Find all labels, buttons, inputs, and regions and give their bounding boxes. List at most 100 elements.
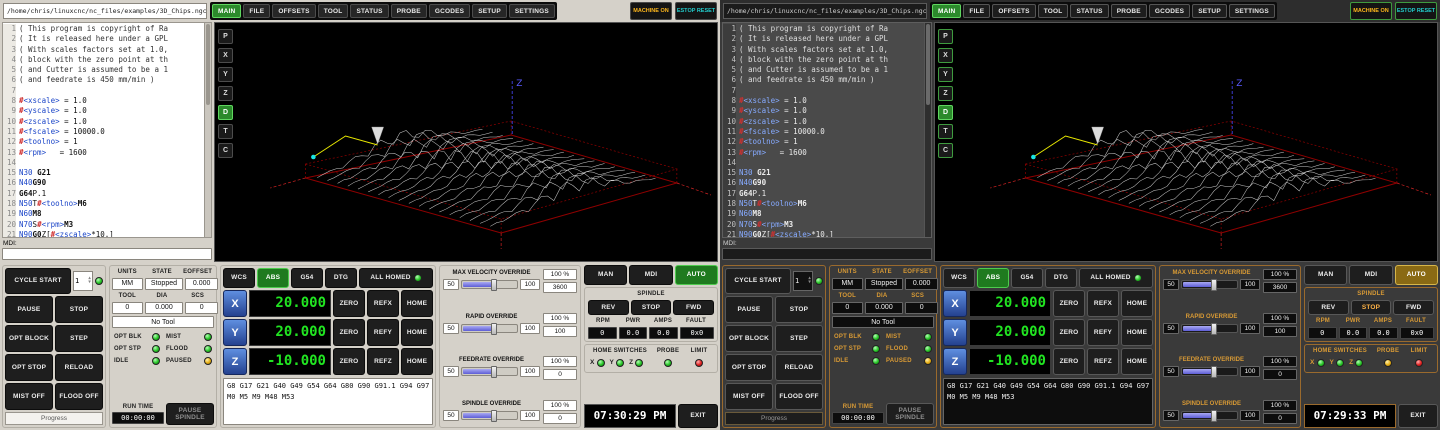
menu-main[interactable]: MAIN [932, 4, 961, 18]
axis-x-button[interactable]: X [223, 290, 247, 317]
feedrate-override-slider[interactable] [1181, 367, 1238, 376]
menu-file[interactable]: FILE [243, 4, 270, 18]
opt-stop-button[interactable]: OPT STOP [725, 354, 773, 381]
gcode-editor[interactable]: 1( This program is copyright of Ra2( It … [722, 22, 932, 238]
zero-z-button[interactable]: ZERO [333, 348, 365, 375]
view-perspective-button[interactable]: P [218, 29, 233, 44]
opt-block-button[interactable]: OPT BLOCK [5, 325, 53, 352]
view-y-button[interactable]: Y [938, 67, 953, 82]
gcode-line[interactable]: 17G64P.1 [3, 189, 204, 199]
axis-z-button[interactable]: Z [223, 348, 247, 375]
view-dimensions-button[interactable]: D [218, 105, 233, 120]
cycle-count-spinbox[interactable]: 1 ▲▼ [73, 271, 93, 291]
man-mode-button[interactable]: MAN [584, 265, 627, 285]
man-mode-button[interactable]: MAN [1304, 265, 1347, 285]
g54-button[interactable]: G54 [1011, 268, 1043, 288]
gcode-line[interactable]: 18N50T#<toolno>M6 [3, 199, 204, 209]
spindle-fwd-button[interactable]: FWD [1393, 300, 1434, 315]
pause-button[interactable]: PAUSE [5, 296, 53, 323]
gcode-line[interactable]: 15N30 G21 [3, 168, 204, 178]
wcs-button[interactable]: WCS [943, 268, 975, 288]
home-x-button[interactable]: HOME [401, 290, 433, 317]
gcode-line[interactable]: 19N60M8 [3, 209, 204, 219]
g54-button[interactable]: G54 [291, 268, 323, 288]
slider-thumb[interactable] [1211, 366, 1217, 378]
machine-on-button[interactable]: MACHINE ON [1350, 2, 1392, 20]
zero-y-button[interactable]: ZERO [333, 319, 365, 346]
slider-max-value[interactable]: 100 [1240, 410, 1260, 421]
slider-thumb[interactable] [491, 279, 497, 291]
view-z-button[interactable]: Z [938, 86, 953, 101]
slider-min-value[interactable]: 50 [1163, 366, 1179, 377]
gcode-line[interactable]: 10#<zscale> = 1.0 [3, 117, 204, 127]
spin-down-icon[interactable]: ▼ [808, 281, 811, 286]
gcode-line[interactable]: 13#<rpm> = 1600 [723, 148, 924, 158]
slider-thumb[interactable] [1211, 323, 1217, 335]
zero-x-button[interactable]: ZERO [333, 290, 365, 317]
home-z-button[interactable]: HOME [1121, 348, 1153, 375]
gcode-line[interactable]: 4( block with the zero point at th [723, 55, 924, 65]
gcode-line[interactable]: 12#<toolno> = 1 [3, 137, 204, 147]
rapid-override-slider[interactable] [461, 324, 518, 333]
gcode-line[interactable]: 1( This program is copyright of Ra [723, 24, 924, 34]
view-x-button[interactable]: X [938, 48, 953, 63]
mdi-mode-button[interactable]: MDI [1349, 265, 1392, 285]
gcode-line[interactable]: 21N90G0Z[#<zscale>*10.] [723, 230, 924, 237]
toolpath-preview[interactable]: Z P X Y Z D T C [934, 22, 1438, 262]
home-y-button[interactable]: HOME [1121, 319, 1153, 346]
menu-offsets[interactable]: OFFSETS [272, 4, 315, 18]
spin-down-icon[interactable]: ▼ [88, 281, 91, 286]
slider-thumb[interactable] [491, 366, 497, 378]
opt-block-button[interactable]: OPT BLOCK [725, 325, 773, 352]
scrollbar-thumb[interactable] [926, 24, 930, 105]
gcode-line[interactable]: 14 [723, 158, 924, 168]
exit-button[interactable]: EXIT [1398, 404, 1438, 428]
gcode-line[interactable]: 4( block with the zero point at th [3, 55, 204, 65]
gcode-editor[interactable]: 1( This program is copyright of Ra2( It … [2, 22, 212, 238]
axis-x-button[interactable]: X [943, 290, 967, 317]
gcode-line[interactable]: 16N40G90 [723, 178, 924, 188]
gcode-line[interactable]: 2( It is released here under a GPL [3, 34, 204, 44]
menu-tool[interactable]: TOOL [1038, 4, 1069, 18]
abs-button[interactable]: ABS [977, 268, 1009, 288]
editor-scrollbar[interactable] [204, 23, 211, 237]
slider-thumb[interactable] [491, 323, 497, 335]
dtg-button[interactable]: DTG [1045, 268, 1077, 288]
slider-max-value[interactable]: 100 [1240, 366, 1260, 377]
mist-button[interactable]: MIST OFF [5, 383, 53, 410]
gcode-line[interactable]: 19N60M8 [723, 209, 924, 219]
view-perspective-button[interactable]: P [938, 29, 953, 44]
editor-scrollbar[interactable] [924, 23, 931, 237]
view-clear-button[interactable]: C [218, 143, 233, 158]
gcode-line[interactable]: 7 [723, 86, 924, 96]
opt-stop-button[interactable]: OPT STOP [5, 354, 53, 381]
zero-z-button[interactable]: ZERO [1053, 348, 1085, 375]
menu-probe[interactable]: PROBE [1111, 4, 1147, 18]
reload-button[interactable]: RELOAD [775, 354, 823, 381]
all-homed-button[interactable]: ALL HOMED [359, 268, 433, 288]
ref-x-button[interactable]: REFX [367, 290, 399, 317]
axis-y-button[interactable]: Y [223, 319, 247, 346]
feedrate-override-slider[interactable] [461, 367, 518, 376]
zero-x-button[interactable]: ZERO [1053, 290, 1085, 317]
view-t-button[interactable]: T [218, 124, 233, 139]
menu-status[interactable]: STATUS [350, 4, 388, 18]
file-path[interactable]: /home/chris/linuxcnc/nc_files/examples/3… [723, 3, 927, 19]
gcode-line[interactable]: 5( and Cutter is assumed to be a 1 [3, 65, 204, 75]
view-x-button[interactable]: X [218, 48, 233, 63]
max-velocity-slider[interactable] [461, 280, 518, 289]
pause-spindle-button[interactable]: PAUSE SPINDLE [166, 403, 214, 425]
spindle-stop-button[interactable]: STOP [1351, 300, 1392, 315]
max-velocity-slider[interactable] [1181, 280, 1238, 289]
slider-min-value[interactable]: 50 [1163, 410, 1179, 421]
ref-z-button[interactable]: REFZ [367, 348, 399, 375]
gcode-line[interactable]: 1( This program is copyright of Ra [3, 24, 204, 34]
menu-status[interactable]: STATUS [1070, 4, 1108, 18]
ref-z-button[interactable]: REFZ [1087, 348, 1119, 375]
view-dimensions-button[interactable]: D [938, 105, 953, 120]
gcode-line[interactable]: 11#<fscale> = 10000.0 [3, 127, 204, 137]
slider-max-value[interactable]: 100 [1240, 279, 1260, 290]
menu-setup[interactable]: SETUP [472, 4, 507, 18]
gcode-line[interactable]: 8#<xscale> = 1.0 [3, 96, 204, 106]
mdi-input[interactable] [2, 248, 212, 260]
